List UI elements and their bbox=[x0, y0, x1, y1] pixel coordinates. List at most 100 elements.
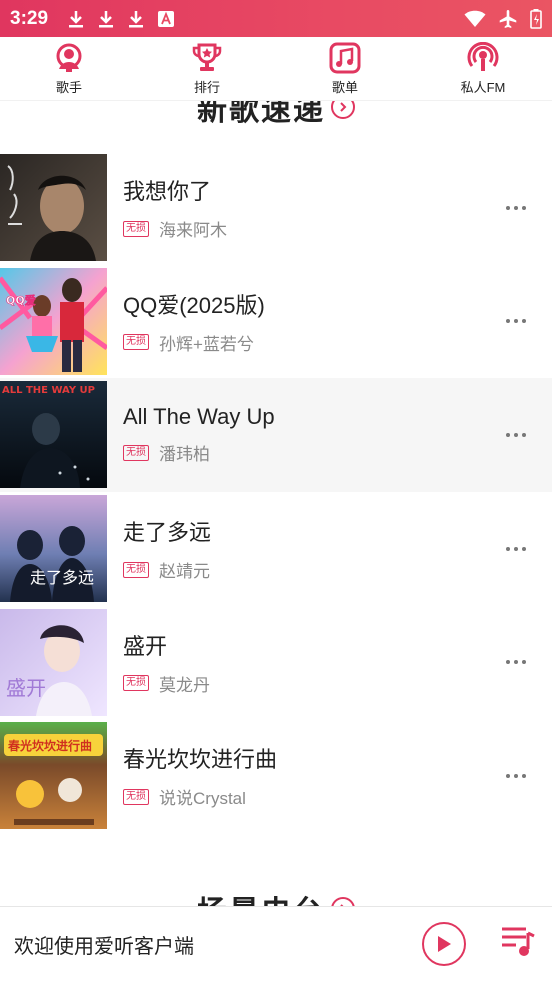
album-cover: ALL THE WAY UP bbox=[0, 381, 107, 489]
song-artist: 赵靖元 bbox=[159, 562, 210, 582]
more-options-button[interactable] bbox=[486, 291, 546, 351]
category-nav: 歌手 排行 歌单 私人FM bbox=[0, 37, 552, 101]
cover-text: 春光坎坎进行曲 bbox=[7, 738, 92, 753]
chevron-right-icon bbox=[331, 101, 355, 119]
more-dot bbox=[506, 432, 510, 437]
more-dot bbox=[506, 660, 510, 665]
song-title: 盛开 bbox=[123, 633, 168, 659]
wifi-icon bbox=[464, 10, 486, 27]
more-options-button[interactable] bbox=[486, 178, 546, 238]
notification-icons bbox=[68, 9, 175, 29]
more-options-button[interactable] bbox=[486, 405, 546, 465]
cover-text: ALL THE WAY UP bbox=[2, 385, 95, 396]
status-time: 3:29 bbox=[10, 7, 49, 29]
song-info: 春光坎坎进行曲 无损 说说Crystal bbox=[123, 742, 486, 809]
song-info: 走了多远 无损 赵靖元 bbox=[123, 515, 486, 582]
radio-icon bbox=[467, 41, 499, 71]
more-dot bbox=[514, 432, 518, 437]
lossless-badge: 无损 bbox=[123, 220, 149, 237]
download-icon bbox=[129, 10, 144, 27]
song-title: 春光坎坎进行曲 bbox=[123, 747, 278, 773]
song-info: QQ爱(2025版) 无损 孙辉+蓝若兮 bbox=[123, 288, 486, 355]
album-cover: QQ爱 bbox=[0, 267, 107, 375]
song-title: 走了多远 bbox=[123, 520, 212, 546]
singer-icon bbox=[56, 43, 82, 72]
more-dot bbox=[506, 773, 510, 778]
more-dot bbox=[514, 319, 518, 324]
cover-text: 走了多远 bbox=[30, 568, 94, 587]
lossless-badge: 无损 bbox=[123, 561, 149, 578]
song-title: QQ爱(2025版) bbox=[123, 292, 265, 318]
playlist-button[interactable] bbox=[500, 925, 536, 963]
more-dot bbox=[522, 773, 526, 778]
song-artist: 说说Crystal bbox=[159, 789, 246, 809]
download-icon bbox=[99, 10, 114, 27]
more-options-button[interactable] bbox=[486, 519, 546, 579]
nav-label-fm: 私人FM bbox=[460, 79, 506, 95]
song-info: 盛开 无损 莫龙丹 bbox=[123, 629, 486, 696]
mini-player[interactable]: 欢迎使用爱听客户端 bbox=[0, 906, 552, 981]
section-title-new-songs[interactable]: 新歌速递 bbox=[0, 101, 552, 128]
cover-text: QQ爱 bbox=[6, 294, 36, 307]
content-scroll[interactable]: 新歌速递 我想你了 无损 海来阿木 QQ爱 QQ爱(2025版) 无损 孙辉+蓝… bbox=[0, 101, 552, 906]
song-list: 我想你了 无损 海来阿木 QQ爱 QQ爱(2025版) 无损 孙辉+蓝若兮 AL… bbox=[0, 151, 552, 833]
song-meta: 无损 赵靖元 bbox=[123, 557, 486, 582]
airplane-mode-icon bbox=[499, 9, 517, 28]
song-meta: 无损 说说Crystal bbox=[123, 784, 486, 809]
lossless-badge: 无损 bbox=[123, 334, 149, 351]
more-dot bbox=[514, 660, 518, 665]
album-cover: 走了多远 bbox=[0, 495, 107, 603]
section-title-text: 新歌速递 bbox=[197, 101, 325, 128]
song-info: 我想你了 无损 海来阿木 bbox=[123, 174, 486, 241]
more-dot bbox=[506, 319, 510, 324]
play-button[interactable] bbox=[422, 922, 466, 966]
battery-icon bbox=[530, 8, 542, 29]
more-options-button[interactable] bbox=[486, 632, 546, 692]
more-dot bbox=[514, 205, 518, 210]
nav-label-playlist: 歌单 bbox=[331, 79, 358, 95]
song-artist: 孙辉+蓝若兮 bbox=[159, 334, 254, 354]
a-icon bbox=[158, 10, 175, 27]
song-row[interactable]: ALL THE WAY UP All The Way Up 无损 潘玮柏 bbox=[0, 378, 552, 492]
cover-text: 盛开 bbox=[6, 676, 46, 700]
system-icons bbox=[464, 8, 542, 29]
more-dot bbox=[522, 319, 526, 324]
music-note-icon bbox=[329, 42, 361, 73]
section-title-text: 场景电台 bbox=[197, 887, 325, 906]
song-row[interactable]: 我想你了 无损 海来阿木 bbox=[0, 151, 552, 265]
song-title: All The Way Up bbox=[123, 404, 275, 430]
more-dot bbox=[522, 546, 526, 551]
more-options-button[interactable] bbox=[486, 746, 546, 806]
more-dot bbox=[514, 773, 518, 778]
song-artist: 潘玮柏 bbox=[159, 445, 210, 465]
song-row[interactable]: QQ爱 QQ爱(2025版) 无损 孙辉+蓝若兮 bbox=[0, 265, 552, 379]
nav-item-fm[interactable]: 私人FM bbox=[423, 41, 543, 96]
song-meta: 无损 潘玮柏 bbox=[123, 440, 486, 465]
nav-item-rank[interactable]: 排行 bbox=[147, 42, 267, 96]
download-icon bbox=[69, 10, 84, 27]
more-dot bbox=[522, 432, 526, 437]
playlist-icon bbox=[502, 927, 535, 956]
trophy-icon bbox=[192, 43, 222, 71]
song-row[interactable]: 盛开 盛开 无损 莫龙丹 bbox=[0, 605, 552, 719]
song-artist: 莫龙丹 bbox=[159, 675, 210, 695]
song-artist: 海来阿木 bbox=[159, 221, 227, 241]
chevron-right-icon bbox=[331, 897, 355, 906]
lossless-badge: 无损 bbox=[123, 675, 149, 692]
status-bar: 3:29 bbox=[0, 0, 552, 37]
song-row[interactable]: 走了多远 走了多远 无损 赵靖元 bbox=[0, 492, 552, 606]
nav-item-playlist[interactable]: 歌单 bbox=[285, 42, 405, 96]
lossless-badge: 无损 bbox=[123, 444, 149, 461]
song-meta: 无损 莫龙丹 bbox=[123, 671, 486, 696]
nav-label-rank: 排行 bbox=[193, 79, 220, 95]
nav-item-singer[interactable]: 歌手 bbox=[9, 42, 129, 96]
play-icon bbox=[438, 936, 451, 952]
more-dot bbox=[506, 546, 510, 551]
more-dot bbox=[506, 205, 510, 210]
song-row[interactable]: 春光坎坎进行曲 春光坎坎进行曲 无损 说说Crystal bbox=[0, 719, 552, 833]
song-meta: 无损 孙辉+蓝若兮 bbox=[123, 330, 486, 355]
section-title-scene-radio[interactable]: 场景电台 bbox=[0, 889, 552, 906]
album-cover: 春光坎坎进行曲 bbox=[0, 722, 107, 830]
album-cover bbox=[0, 154, 107, 262]
song-title: 我想你了 bbox=[123, 179, 212, 205]
